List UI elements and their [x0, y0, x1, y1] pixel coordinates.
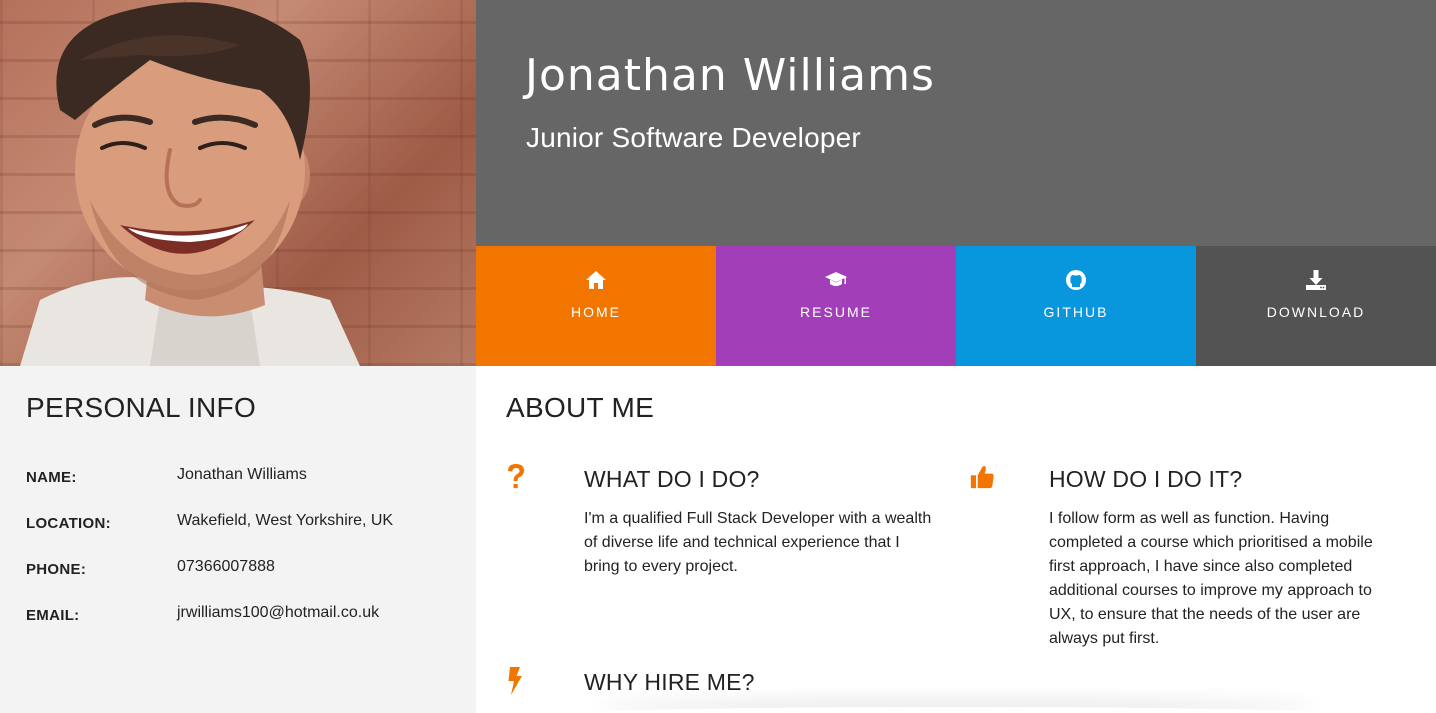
feature-title: WHAT DO I DO? — [584, 466, 760, 492]
nav-download-button[interactable]: DOWNLOAD — [1196, 246, 1436, 366]
thumbs-up-icon — [970, 466, 994, 489]
graduation-cap-icon — [825, 272, 847, 286]
feature-text-line: I follow form as well as function. Havin… — [1049, 510, 1330, 527]
profile-photo — [0, 0, 476, 366]
info-value: jrwilliams100@hotmail.co.uk — [177, 604, 380, 621]
feature-text: I follow form as well as function. Havin… — [1049, 507, 1419, 651]
feature-text-line: of diverse life and technical experience… — [584, 534, 900, 551]
nav-github-label: GITHUB — [1043, 304, 1109, 320]
feature-text-line: I'm a qualified Full Stack Developer wit… — [584, 510, 932, 527]
hero-header: Jonathan Williams Junior Software Develo… — [476, 0, 1436, 246]
question-icon — [508, 464, 524, 489]
feature-text-line: first approach, I have since also comple… — [1049, 558, 1353, 575]
bolt-icon — [508, 667, 522, 695]
info-key: NAME: — [26, 469, 77, 486]
profile-portrait-image — [20, 2, 360, 366]
feature-title: HOW DO I DO IT? — [1049, 466, 1243, 492]
hero-name: Jonathan Williams — [525, 50, 935, 101]
download-icon — [1306, 270, 1326, 290]
info-row-phone: PHONE: 07366007888 — [26, 558, 466, 582]
nav-resume-button[interactable]: RESUME — [716, 246, 956, 366]
feature-text: I'm a qualified Full Stack Developer wit… — [584, 507, 964, 579]
info-key: PHONE: — [26, 561, 87, 578]
bottom-shadow — [596, 707, 1316, 713]
nav-download-label: DOWNLOAD — [1266, 304, 1366, 320]
nav-resume-label: RESUME — [800, 304, 872, 320]
about-me-heading: ABOUT ME — [506, 392, 655, 423]
home-icon — [586, 271, 606, 289]
nav-home-button[interactable]: HOME — [476, 246, 716, 366]
info-row-location: LOCATION: Wakefield, West Yorkshire, UK — [26, 512, 466, 536]
hero-job-title: Junior Software Developer — [526, 122, 861, 153]
feature-text-line: additional courses to improve my approac… — [1049, 582, 1372, 599]
info-value: Wakefield, West Yorkshire, UK — [177, 512, 394, 529]
personal-info-panel: PERSONAL INFO NAME: Jonathan Williams LO… — [0, 366, 476, 713]
about-me-panel: ABOUT ME WHAT DO I DO? I'm a qualified F… — [476, 366, 1436, 713]
nav-github-button[interactable]: GITHUB — [956, 246, 1196, 366]
feature-text-line: bring to every project. — [584, 558, 738, 575]
personal-info-heading: PERSONAL INFO — [26, 392, 257, 423]
info-value: Jonathan Williams — [177, 466, 307, 483]
info-key: LOCATION: — [26, 515, 111, 532]
feature-title: WHY HIRE ME? — [584, 669, 755, 695]
main-nav: HOME RESUME GITHUB DOWNLOAD — [476, 246, 1436, 366]
feature-text-line: completed a course which prioritised a m… — [1049, 534, 1373, 551]
info-key: EMAIL: — [26, 607, 80, 624]
info-value: 07366007888 — [177, 558, 275, 575]
github-icon — [1066, 270, 1086, 290]
feature-text-line: UX, to ensure that the needs of the user… — [1049, 606, 1361, 623]
nav-home-label: HOME — [571, 304, 621, 320]
info-row-email: EMAIL: jrwilliams100@hotmail.co.uk — [26, 604, 466, 628]
feature-text-line: always put first. — [1049, 630, 1160, 647]
info-row-name: NAME: Jonathan Williams — [26, 466, 466, 490]
